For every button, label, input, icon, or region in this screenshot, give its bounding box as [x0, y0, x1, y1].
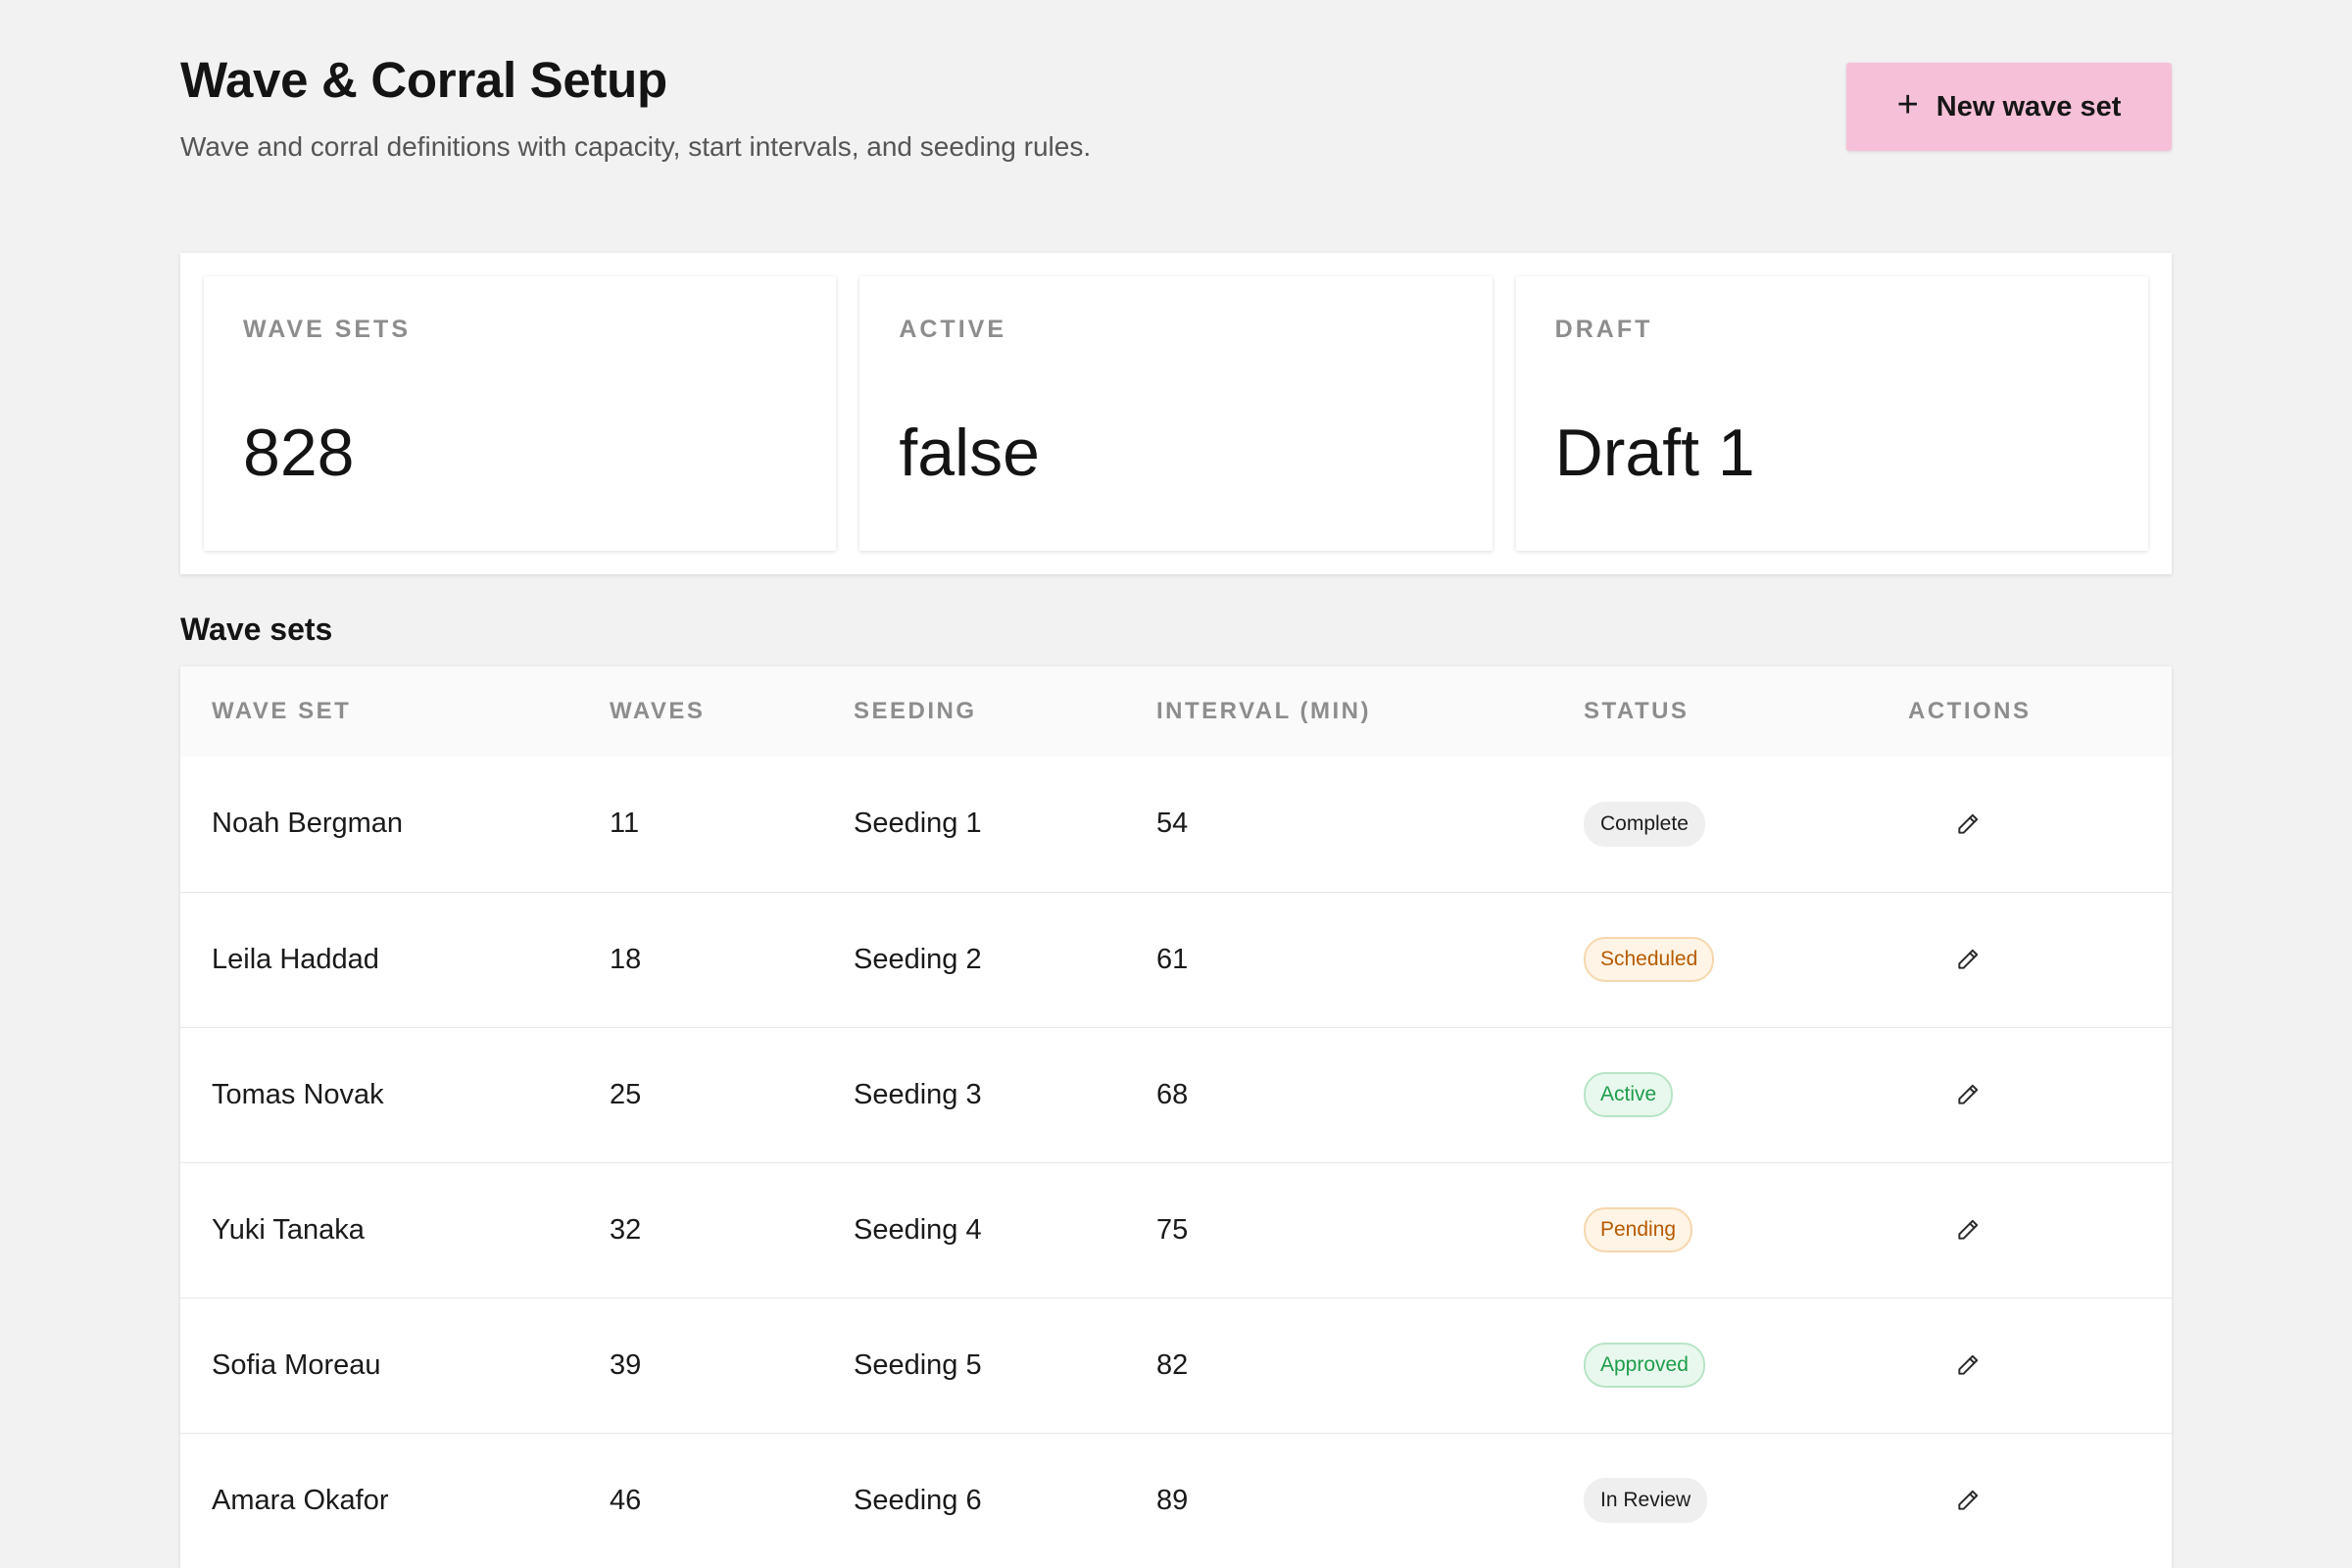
cell-actions	[1877, 757, 2172, 892]
cell-waves: 25	[610, 1078, 642, 1110]
column-header-seeding: SEEDING	[854, 698, 977, 724]
section-title: Wave sets	[180, 612, 333, 647]
status-badge: In Review	[1584, 1478, 1708, 1524]
wave-sets-table: WAVE SET WAVES SEEDING INTERVAL (MIN) ST…	[180, 666, 2172, 1568]
table-header-row: WAVE SET WAVES SEEDING INTERVAL (MIN) ST…	[180, 666, 2172, 757]
cell-waves: 39	[610, 1348, 642, 1381]
edit-button[interactable]	[1944, 1342, 1991, 1389]
status-badge: Active	[1584, 1072, 1674, 1117]
stats-panel: WAVE SETS 828 ACTIVE false DRAFT Draft 1	[180, 253, 2172, 574]
cell-seeding: Seeding 6	[854, 1484, 982, 1516]
pencil-icon	[1955, 947, 1981, 972]
cell-actions	[1877, 1298, 2172, 1433]
cell-status: Scheduled	[1552, 892, 1877, 1027]
table-row: Sofia Moreau 39 Seeding 5 82 Approved	[180, 1298, 2172, 1433]
table-row: Yuki Tanaka 32 Seeding 4 75 Pending	[180, 1162, 2172, 1298]
stat-card-active: ACTIVE false	[859, 276, 1493, 551]
table-row: Noah Bergman 11 Seeding 1 54 Complete	[180, 757, 2172, 892]
cell-interval: 82	[1156, 1348, 1189, 1381]
cell-interval: 68	[1156, 1078, 1189, 1110]
cell-wave-set: Amara Okafor	[212, 1484, 389, 1516]
cell-wave-set: Leila Haddad	[212, 943, 379, 975]
cell-status: Active	[1552, 1027, 1877, 1162]
column-header-interval: INTERVAL (MIN)	[1156, 698, 1371, 724]
cell-actions	[1877, 1027, 2172, 1162]
page: Wave & Corral Setup Wave and corral defi…	[180, 55, 2172, 1568]
status-badge: Approved	[1584, 1343, 1705, 1388]
cell-waves: 46	[610, 1484, 642, 1516]
cell-status: Pending	[1552, 1162, 1877, 1298]
stat-card-wave-sets: WAVE SETS 828	[204, 276, 837, 551]
table-row: Amara Okafor 46 Seeding 6 89 In Review	[180, 1433, 2172, 1568]
stat-card-draft: DRAFT Draft 1	[1515, 276, 2148, 551]
pencil-icon	[1955, 1217, 1981, 1243]
column-header-waves: WAVES	[610, 698, 706, 724]
column-header-status: STATUS	[1584, 698, 1690, 724]
column-header-wave-set: WAVE SET	[212, 698, 352, 724]
pencil-icon	[1955, 811, 1981, 837]
cell-wave-set: Tomas Novak	[212, 1078, 384, 1110]
stat-label: ACTIVE	[899, 316, 1007, 343]
cell-interval: 61	[1156, 943, 1189, 975]
new-wave-set-button[interactable]: + New wave set	[1846, 63, 2172, 151]
pencil-icon	[1955, 1352, 1981, 1378]
cell-waves: 11	[610, 808, 640, 840]
cell-seeding: Seeding 5	[854, 1348, 982, 1381]
table-row: Tomas Novak 25 Seeding 3 68 Active	[180, 1027, 2172, 1162]
stat-label: WAVE SETS	[243, 316, 412, 343]
stat-value: 828	[243, 416, 355, 490]
page-subtitle: Wave and corral definitions with capacit…	[180, 131, 1092, 162]
edit-button[interactable]	[1944, 801, 1991, 848]
cell-seeding: Seeding 4	[854, 1213, 982, 1246]
cell-interval: 89	[1156, 1484, 1189, 1516]
stat-label: DRAFT	[1554, 316, 1653, 343]
cell-status: Complete	[1552, 757, 1877, 892]
edit-button[interactable]	[1944, 936, 1991, 983]
cell-wave-set: Sofia Moreau	[212, 1348, 381, 1381]
stat-value: Draft 1	[1554, 416, 1755, 490]
edit-button[interactable]	[1944, 1206, 1991, 1253]
pencil-icon	[1955, 1488, 1981, 1513]
cell-status: Approved	[1552, 1298, 1877, 1433]
table-row: Leila Haddad 18 Seeding 2 61 Scheduled	[180, 892, 2172, 1027]
cell-wave-set: Yuki Tanaka	[212, 1213, 365, 1246]
cell-status: In Review	[1552, 1433, 1877, 1568]
column-header-actions: ACTIONS	[1908, 698, 2032, 724]
cell-interval: 54	[1156, 808, 1189, 840]
status-badge: Pending	[1584, 1207, 1693, 1252]
cell-waves: 32	[610, 1213, 642, 1246]
cell-seeding: Seeding 3	[854, 1078, 982, 1110]
page-header: Wave & Corral Setup Wave and corral defi…	[180, 55, 2172, 196]
status-badge: Complete	[1584, 801, 1705, 847]
cell-wave-set: Noah Bergman	[212, 808, 404, 840]
cell-actions	[1877, 1162, 2172, 1298]
cell-actions	[1877, 1433, 2172, 1568]
new-wave-set-label: New wave set	[1936, 90, 2122, 122]
status-badge: Scheduled	[1584, 937, 1715, 982]
cell-interval: 75	[1156, 1213, 1189, 1246]
edit-button[interactable]	[1944, 1477, 1991, 1524]
edit-button[interactable]	[1944, 1071, 1991, 1118]
stat-value: false	[899, 416, 1040, 490]
cell-waves: 18	[610, 943, 642, 975]
cell-seeding: Seeding 1	[854, 808, 982, 840]
cell-actions	[1877, 892, 2172, 1027]
cell-seeding: Seeding 2	[854, 943, 982, 975]
page-title: Wave & Corral Setup	[180, 52, 667, 108]
plus-icon: +	[1896, 84, 1919, 125]
pencil-icon	[1955, 1082, 1981, 1107]
